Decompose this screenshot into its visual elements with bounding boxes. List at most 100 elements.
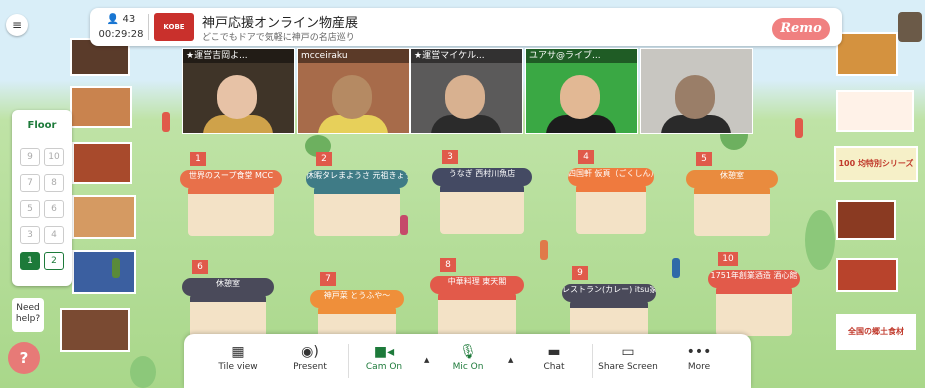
chat-icon: ▬ (547, 344, 561, 360)
mic-on-button[interactable]: 🎙 Mic On (440, 342, 496, 372)
floor-button-9[interactable]: 9 (20, 148, 40, 166)
more-button[interactable]: ••• More (674, 342, 724, 372)
table-1[interactable]: 1 世界のスープ食堂 MCC (178, 152, 284, 242)
participant-video-tile[interactable] (640, 48, 753, 134)
floor-button-4[interactable]: 4 (44, 226, 64, 244)
chat-button[interactable]: ▬ Chat (526, 342, 582, 372)
shop-thumbnail[interactable] (836, 200, 896, 240)
tree-decor (130, 356, 156, 388)
table-label: レストラン(カレー) itsu家 (562, 284, 656, 302)
toolbar-divider (348, 344, 349, 378)
floor-button-5[interactable]: 5 (20, 200, 40, 218)
participant-name: ユアサ@ライブ... (526, 49, 637, 63)
floor-button-10[interactable]: 10 (44, 148, 64, 166)
user-count: 43 (122, 14, 136, 25)
floor-title: Floor (27, 120, 57, 131)
floor-button-8[interactable]: 8 (44, 174, 64, 192)
participant-video-tile[interactable]: ★運営吉岡よ... (182, 48, 295, 134)
hamburger-menu-icon[interactable]: ≡ (6, 14, 28, 36)
shop-thumbnail[interactable] (72, 195, 136, 239)
event-header: 👤 43 00:29:28 KOBE 神戸応援オンライン物産展 どこでもドアで気… (90, 8, 842, 46)
shop-booth (314, 186, 400, 236)
present-button[interactable]: ◉) Present (282, 342, 338, 372)
header-divider (148, 14, 149, 40)
table-number: 1 (190, 152, 206, 166)
table-number: 2 (316, 152, 332, 166)
floor-button-6[interactable]: 6 (44, 200, 64, 218)
avatar-figure (672, 258, 680, 278)
chat-label: Chat (543, 362, 565, 372)
table-4[interactable]: 4 四国軒 仮頁（ごくしん） (566, 150, 656, 240)
help-icon[interactable]: ? (8, 342, 40, 374)
shop-booth (440, 184, 524, 234)
shop-thumbnail[interactable]: 全国の郷土食材 (836, 314, 916, 350)
participant-face (332, 75, 372, 119)
table-label: 休暇タレまようさ 元祖きょうさ商 (306, 170, 408, 188)
ad-text: 全国の郷土食材 (848, 327, 904, 336)
table-number: 5 (696, 152, 712, 166)
participant-name: ★運営マイケル... (411, 49, 522, 63)
table-10[interactable]: 10 1751年創業酒造 酒心館 (706, 252, 802, 342)
present-label: Present (293, 362, 327, 372)
share-screen-button[interactable]: ▭ Share Screen (596, 342, 660, 372)
table-label: 休憩室 (182, 278, 274, 296)
bottom-toolbar: ▦ Tile view ◉) Present ■◂ Cam On ▲ 🎙 Mic… (184, 334, 751, 388)
shop-booth (694, 186, 770, 236)
table-number: 9 (572, 266, 588, 280)
floor-button-7[interactable]: 7 (20, 174, 40, 192)
floor-button-2[interactable]: 2 (44, 252, 64, 270)
need-help-label[interactable]: Need help? (12, 298, 44, 332)
floor-selector: Floor 9 10 7 8 5 6 3 4 1 2 (12, 110, 72, 286)
cam-on-button[interactable]: ■◂ Cam On (356, 342, 412, 372)
table-number: 6 (192, 260, 208, 274)
table-label: 四国軒 仮頁（ごくしん） (568, 168, 654, 186)
table-label: 世界のスープ食堂 MCC (180, 170, 282, 188)
avatar-figure (112, 258, 120, 278)
participant-face (445, 75, 485, 119)
table-number: 3 (442, 150, 458, 164)
shop-thumbnail[interactable] (836, 32, 898, 76)
more-label: More (687, 362, 711, 372)
shop-thumbnail[interactable] (60, 308, 130, 352)
table-3[interactable]: 3 うなぎ 西村川魚店 (430, 150, 534, 240)
floor-button-1[interactable]: 1 (20, 252, 40, 270)
floor-button-3[interactable]: 3 (20, 226, 40, 244)
shop-thumbnail[interactable] (836, 90, 914, 132)
camera-icon: ■◂ (373, 344, 395, 360)
tile-view-button[interactable]: ▦ Tile view (210, 342, 266, 372)
table-label: 神戸菜 とうふや～ (310, 290, 404, 308)
cam-options-caret-icon[interactable]: ▲ (424, 356, 429, 364)
table-2[interactable]: 2 休暇タレまようさ 元祖きょうさ商 (304, 152, 410, 242)
mic-options-caret-icon[interactable]: ▲ (508, 356, 513, 364)
remo-floor-view: 100 均特別シリーズ 全国の郷土食材 ≡ 👤 43 00:29:28 KOBE… (0, 0, 925, 388)
shop-thumbnail[interactable] (836, 258, 898, 292)
event-title: 神戸応援オンライン物産展 (202, 16, 359, 31)
shop-booth (576, 184, 646, 234)
participant-video-tile[interactable]: ★運営マイケル... (410, 48, 523, 134)
shop-thumbnail[interactable] (72, 142, 132, 184)
shop-thumbnail[interactable] (70, 86, 132, 128)
shop-booth (716, 286, 792, 336)
table-5[interactable]: 5 休憩室 (684, 152, 780, 242)
participant-video-tile[interactable]: ユアサ@ライブ... (525, 48, 638, 134)
shop-thumbnail[interactable] (72, 250, 136, 294)
cam-on-label: Cam On (365, 362, 403, 372)
share-screen-label: Share Screen (598, 362, 658, 372)
table-number: 7 (320, 272, 336, 286)
avatar-figure (795, 118, 803, 138)
table-label: 中華料理 東天閣 (430, 276, 524, 294)
tree-decor (805, 210, 835, 270)
avatar-figure (162, 112, 170, 132)
shop-thumbnail[interactable]: 100 均特別シリーズ (834, 146, 918, 182)
participant-face (675, 75, 715, 119)
avatar-figure (540, 240, 548, 260)
person-icon: 👤 (106, 14, 120, 25)
table-label: 1751年創業酒造 酒心館 (708, 270, 800, 288)
participant-video-tile[interactable]: mcceiraku (297, 48, 410, 134)
screen-share-icon: ▭ (621, 344, 635, 360)
attendee-counter: 👤 43 00:29:28 (98, 12, 144, 42)
shop-booth (188, 186, 274, 236)
table-number: 10 (718, 252, 738, 266)
profile-avatar[interactable] (898, 12, 922, 42)
ad-text: 100 均特別シリーズ (838, 159, 914, 168)
